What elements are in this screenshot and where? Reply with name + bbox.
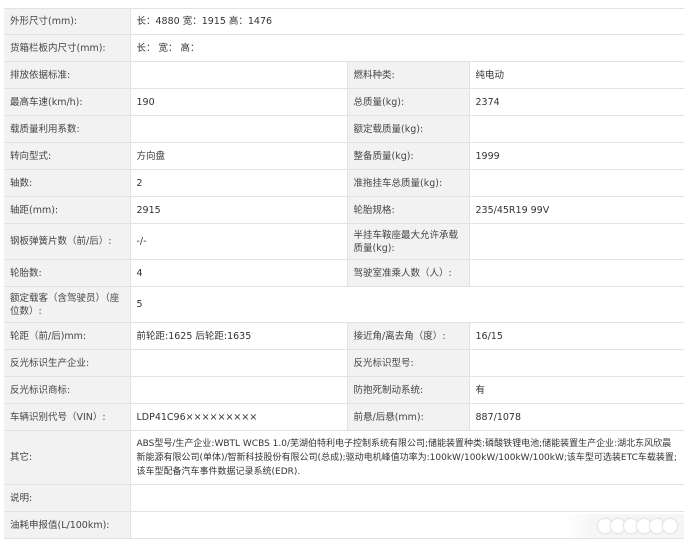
spec-value: 5 — [129, 286, 684, 323]
spec-label: 转向型式: — [4, 142, 130, 170]
spec-value: ABS型号/生产企业:WBTL WCBS 1.0/芜湖伯特利电子控制系统有限公司… — [129, 430, 684, 485]
table-row: 载质量利用系数: 额定载质量(kg): — [4, 115, 684, 143]
spec-value: 长： 宽： 高： — [129, 34, 684, 62]
table-row: 其它: ABS型号/生产企业:WBTL WCBS 1.0/芜湖伯特利电子控制系统… — [4, 430, 684, 485]
spec-label: 额定载质量(kg): — [346, 115, 469, 143]
table-row: 轮胎数: 4 驾驶室准乘人数（人）: — [4, 259, 684, 287]
spec-value — [129, 61, 347, 89]
spec-label: 最高车速(km/h): — [4, 88, 130, 116]
spec-label: 额定载客（含驾驶员）（座位数）: — [4, 286, 130, 323]
spec-label: 前悬/后悬(mm): — [346, 403, 469, 431]
spec-label: 排放依据标准: — [4, 61, 130, 89]
table-row: 转向型式: 方向盘 整备质量(kg): 1999 — [4, 142, 684, 170]
spec-label: 其它: — [4, 430, 130, 485]
spec-label: 油耗申报值(L/100km): — [4, 511, 130, 539]
spec-label: 反光标识生产企业: — [4, 349, 130, 377]
spec-value: 190 — [129, 88, 347, 116]
spec-label: 轮胎数: — [4, 259, 130, 287]
spec-value — [129, 376, 347, 404]
spec-value — [129, 484, 684, 512]
spec-value: 有 — [468, 376, 684, 404]
table-row: 轮距（前/后)mm: 前轮距:1625 后轮距:1635 接近角/离去角（度）:… — [4, 322, 684, 350]
spec-value — [468, 169, 684, 197]
table-row: 车辆识别代号（VIN）: LDP41C96××××××××× 前悬/后悬(mm)… — [4, 403, 684, 431]
spec-label: 整备质量(kg): — [346, 142, 469, 170]
spec-label: 轮距（前/后)mm: — [4, 322, 130, 350]
spec-label: 载质量利用系数: — [4, 115, 130, 143]
spec-label: 车辆识别代号（VIN）: — [4, 403, 130, 431]
spec-value — [468, 259, 684, 287]
spec-label: 准拖挂车总质量(kg): — [346, 169, 469, 197]
spec-value: 2 — [129, 169, 347, 197]
table-row: 轴距(mm): 2915 轮胎规格: 235/45R19 99V — [4, 196, 684, 224]
spec-label: 说明: — [4, 484, 130, 512]
spec-value: 前轮距:1625 后轮距:1635 — [129, 322, 347, 350]
spec-label: 轮胎规格: — [346, 196, 469, 224]
spec-label: 反光标识商标: — [4, 376, 130, 404]
spec-label: 接近角/离去角（度）: — [346, 322, 469, 350]
spec-label: 货箱栏板内尺寸(mm): — [4, 34, 130, 62]
table-row: 钢板弹簧片数（前/后）: -/- 半挂车鞍座最大允许承载质量(kg): — [4, 223, 684, 260]
spec-value: 2915 — [129, 196, 347, 224]
spec-value: 长：4880 宽：1915 高：1476 — [129, 8, 684, 35]
spec-label: 燃料种类: — [346, 61, 469, 89]
spec-label: 总质量(kg): — [346, 88, 469, 116]
spec-value — [129, 115, 347, 143]
table-row: 反光标识生产企业: 反光标识型号: — [4, 349, 684, 377]
spec-value: 4 — [129, 259, 347, 287]
vehicle-spec-table: 外形尺寸(mm): 长：4880 宽：1915 高：1476 货箱栏板内尺寸(m… — [4, 8, 684, 539]
spec-label: 半挂车鞍座最大允许承载质量(kg): — [346, 223, 469, 260]
spec-value: -/- — [129, 223, 347, 260]
spec-value — [468, 349, 684, 377]
spec-value: 方向盘 — [129, 142, 347, 170]
table-row: 说明: — [4, 484, 684, 512]
spec-value: 887/1078 — [468, 403, 684, 431]
table-row: 货箱栏板内尺寸(mm): 长： 宽： 高： — [4, 34, 684, 62]
table-row: 最高车速(km/h): 190 总质量(kg): 2374 — [4, 88, 684, 116]
spec-value: 16/15 — [468, 322, 684, 350]
spec-label: 防抱死制动系统: — [346, 376, 469, 404]
table-row: 轴数: 2 准拖挂车总质量(kg): — [4, 169, 684, 197]
spec-value: 2374 — [468, 88, 684, 116]
spec-value — [468, 115, 684, 143]
watermark-dot-icon — [662, 518, 678, 534]
spec-value — [468, 223, 684, 260]
spec-value: LDP41C96××××××××× — [129, 403, 347, 431]
watermark — [564, 514, 684, 538]
spec-label: 反光标识型号: — [346, 349, 469, 377]
spec-label: 轴距(mm): — [4, 196, 130, 224]
spec-value — [129, 349, 347, 377]
spec-value: 纯电动 — [468, 61, 684, 89]
table-row: 外形尺寸(mm): 长：4880 宽：1915 高：1476 — [4, 8, 684, 35]
spec-label: 轴数: — [4, 169, 130, 197]
spec-label: 钢板弹簧片数（前/后）: — [4, 223, 130, 260]
table-row: 排放依据标准: 燃料种类: 纯电动 — [4, 61, 684, 89]
spec-value: 235/45R19 99V — [468, 196, 684, 224]
table-row: 额定载客（含驾驶员）（座位数）: 5 — [4, 286, 684, 323]
spec-label: 外形尺寸(mm): — [4, 8, 130, 35]
spec-value: 1999 — [468, 142, 684, 170]
table-row: 反光标识商标: 防抱死制动系统: 有 — [4, 376, 684, 404]
spec-label: 驾驶室准乘人数（人）: — [346, 259, 469, 287]
